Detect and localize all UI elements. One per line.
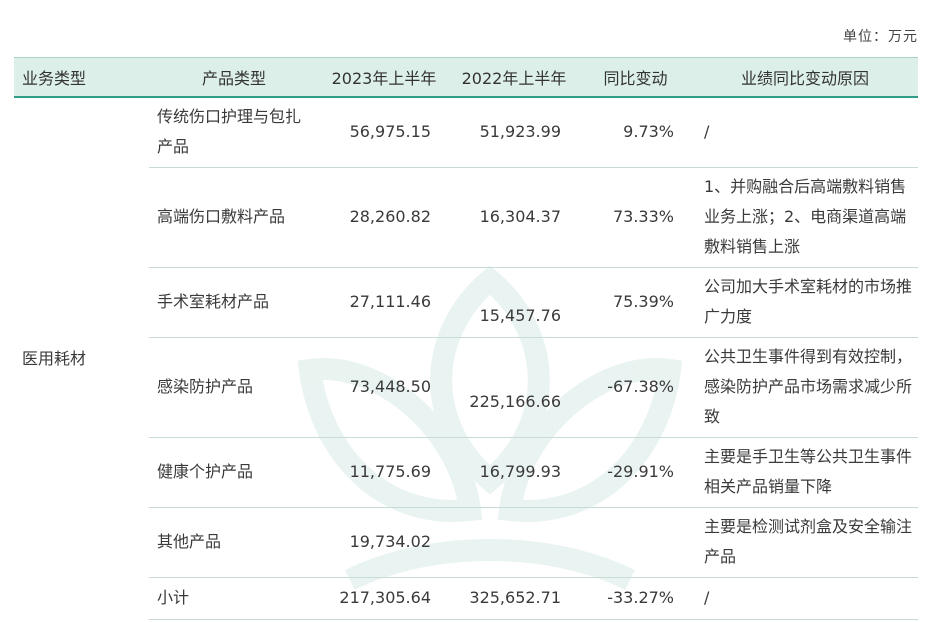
change-cell: 9.73% — [579, 97, 692, 168]
table-row: 感染防护产品 73,448.50 225,166.66 -67.38% 公共卫生… — [14, 337, 918, 438]
value-2023: 73,448.50 — [319, 337, 449, 438]
value-2023: 27,111.46 — [319, 267, 449, 338]
change-cell: -33.27% — [579, 577, 692, 620]
reason-cell: 公共卫生事件得到有效控制，感染防护产品市场需求减少所致 — [692, 337, 918, 438]
product-cell: 健康个护产品 — [149, 437, 319, 508]
table-row: 手术室耗材产品 27,111.46 15,457.76 75.39% 公司加大手… — [14, 267, 918, 338]
value-2022 — [449, 507, 579, 578]
header-2022h1: 2022年上半年 — [449, 57, 579, 98]
reason-cell: / — [692, 577, 918, 620]
table-row-subtotal: 小计 217,305.64 325,652.71 -33.27% / — [14, 577, 918, 620]
product-cell: 感染防护产品 — [149, 337, 319, 438]
product-cell: 高端伤口敷料产品 — [149, 167, 319, 268]
product-cell: 其他产品 — [149, 507, 319, 578]
product-cell: 传统伤口护理与包扎产品 — [149, 97, 319, 168]
header-2023h1: 2023年上半年 — [319, 57, 449, 98]
value-2022: 51,923.99 — [449, 97, 579, 168]
change-cell — [579, 507, 692, 578]
change-cell: -29.91% — [579, 437, 692, 508]
header-product-type: 产品类型 — [149, 57, 319, 98]
unit-label: 单位：万元 — [843, 29, 918, 45]
value-2022: 15,457.76 — [449, 267, 579, 338]
value-2023: 217,305.64 — [319, 577, 449, 620]
product-revenue-table: 业务类型 产品类型 2023年上半年 2022年上半年 同比变动 业绩同比变动原… — [14, 57, 918, 620]
value-2022: 225,166.66 — [449, 337, 579, 438]
value-2022: 325,652.71 — [449, 577, 579, 620]
reason-cell: 公司加大手术室耗材的市场推广力度 — [692, 267, 918, 338]
product-cell: 手术室耗材产品 — [149, 267, 319, 338]
value-2023: 19,734.02 — [319, 507, 449, 578]
value-2023: 56,975.15 — [319, 97, 449, 168]
value-2023: 11,775.69 — [319, 437, 449, 508]
table-header-row: 业务类型 产品类型 2023年上半年 2022年上半年 同比变动 业绩同比变动原… — [14, 57, 918, 98]
reason-cell: / — [692, 97, 918, 168]
table-row: 健康个护产品 11,775.69 16,799.93 -29.91% 主要是手卫… — [14, 437, 918, 508]
header-change-reason: 业绩同比变动原因 — [692, 57, 918, 98]
change-cell: 75.39% — [579, 267, 692, 338]
table-row: 高端伤口敷料产品 28,260.82 16,304.37 73.33% 1、并购… — [14, 167, 918, 268]
header-yoy-change: 同比变动 — [579, 57, 692, 98]
table-row: 医用耗材 传统伤口护理与包扎产品 56,975.15 51,923.99 9.7… — [14, 97, 918, 368]
reason-cell: 主要是检测试剂盒及安全输注产品 — [692, 507, 918, 578]
change-cell: -67.38% — [579, 337, 692, 438]
reason-cell: 主要是手卫生等公共卫生事件相关产品销量下降 — [692, 437, 918, 508]
table-row: 其他产品 19,734.02 主要是检测试剂盒及安全输注产品 — [14, 507, 918, 578]
reason-cell: 1、并购融合后高端敷料销售业务上涨；2、电商渠道高端敷料销售上涨 — [692, 167, 918, 268]
product-cell: 小计 — [149, 577, 319, 620]
header-business-type: 业务类型 — [14, 57, 149, 98]
value-2022: 16,799.93 — [449, 437, 579, 508]
value-2023: 28,260.82 — [319, 167, 449, 268]
category-cell: 医用耗材 — [22, 348, 87, 368]
change-cell: 73.33% — [579, 167, 692, 268]
value-2022: 16,304.37 — [449, 167, 579, 268]
